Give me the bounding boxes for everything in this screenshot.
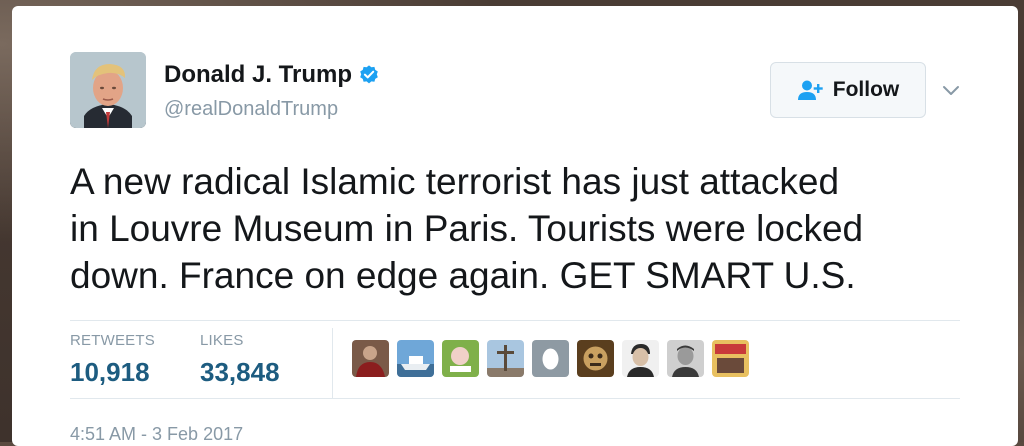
liker-avatar-person-red[interactable]: [352, 340, 389, 377]
verified-badge-icon: [360, 65, 378, 84]
user-name[interactable]: Donald J. Trump: [164, 61, 352, 89]
follow-button-label: Follow: [832, 78, 900, 101]
likers-row: [352, 340, 757, 377]
liker-avatar-sign[interactable]: [712, 340, 749, 377]
name-row: Donald J. Trump: [164, 61, 380, 89]
liker-avatar-person-bw[interactable]: [622, 340, 659, 377]
tweet-card: Donald J. Trump @realDonaldTrump Follow …: [12, 6, 1018, 446]
retweets-stat[interactable]: RETWEETS 10,918: [70, 332, 155, 388]
retweets-label: RETWEETS: [70, 332, 155, 349]
likes-label: LIKES: [200, 332, 244, 349]
tweet-text-line: A new radical Islamic terrorist has just…: [70, 161, 840, 202]
user-handle[interactable]: @realDonaldTrump: [164, 98, 338, 121]
add-user-icon: [797, 80, 823, 100]
stats-separator: [332, 328, 333, 398]
retweets-count: 10,918: [70, 357, 150, 387]
tweet-text: A new radical Islamic terrorist has just…: [70, 158, 970, 299]
liker-avatar-egg[interactable]: [532, 340, 569, 377]
tweet-text-line: in Louvre Museum in Paris. Tourists were…: [70, 208, 864, 249]
tweet-text-line: down. France on edge again. GET SMART U.…: [70, 255, 856, 296]
divider-top: [70, 320, 960, 321]
divider-bottom: [70, 398, 960, 399]
avatar[interactable]: [70, 52, 146, 128]
liker-avatar-boat[interactable]: [397, 340, 434, 377]
liker-avatar-cartoon[interactable]: [442, 340, 479, 377]
liker-avatar-person-gray[interactable]: [667, 340, 704, 377]
follow-button[interactable]: Follow: [770, 62, 926, 118]
avatar-portrait-icon: [70, 52, 146, 128]
liker-avatar-cross[interactable]: [487, 340, 524, 377]
likes-stat[interactable]: LIKES 33,848: [200, 332, 280, 388]
liker-avatar-mask[interactable]: [577, 340, 614, 377]
likes-count: 33,848: [200, 357, 280, 387]
chevron-down-icon[interactable]: [941, 80, 961, 100]
